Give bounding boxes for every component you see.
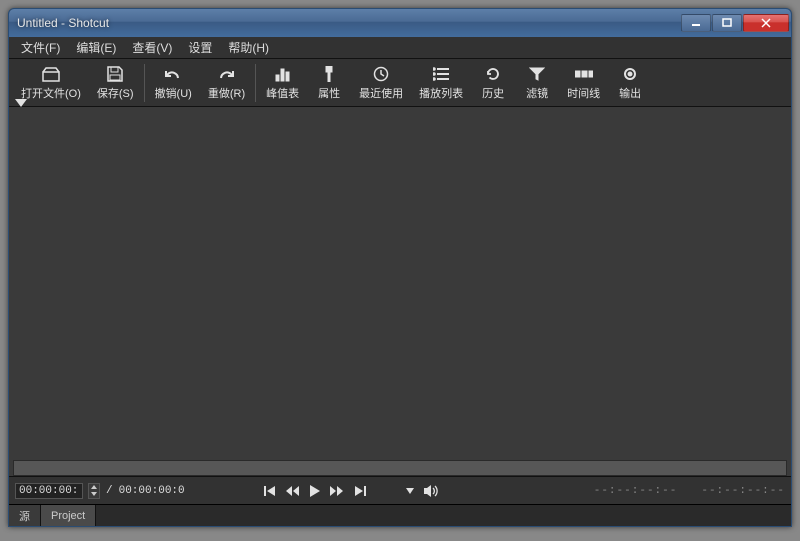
zoom-dropdown[interactable]	[406, 488, 414, 494]
filters-label: 滤镜	[526, 85, 548, 101]
properties-icon	[322, 65, 336, 83]
properties-label: 属性	[318, 85, 340, 101]
tab-project[interactable]: Project	[41, 505, 96, 526]
volume-button[interactable]	[424, 484, 440, 498]
export-label: 输出	[619, 85, 641, 101]
window-controls	[681, 14, 789, 32]
rewind-button[interactable]	[286, 485, 300, 497]
save-label: 保存(S)	[97, 85, 134, 101]
tab-source[interactable]: 源	[9, 505, 41, 526]
timecode-display: --:--:--:-- --:--:--:--	[594, 485, 785, 497]
undo-icon	[164, 65, 182, 83]
in-point-tc: --:--:--:--	[594, 485, 678, 497]
timeline-icon	[575, 65, 593, 83]
undo-label: 撤销(U)	[155, 85, 192, 101]
properties-button[interactable]: 属性	[307, 63, 351, 103]
current-time-input[interactable]	[15, 483, 83, 499]
toolbar: 打开文件(O) 保存(S) 撤销(U) 重做(R) 峰值表	[9, 59, 791, 107]
spinner-down-icon[interactable]	[89, 491, 99, 498]
toolbar-separator	[255, 64, 256, 102]
open-file-label: 打开文件(O)	[21, 85, 81, 101]
save-icon	[107, 65, 123, 83]
scrub-bar[interactable]	[13, 460, 787, 476]
recent-icon	[373, 65, 389, 83]
timeline-label: 时间线	[567, 85, 600, 101]
save-button[interactable]: 保存(S)	[89, 63, 142, 103]
out-point-tc: --:--:--:--	[701, 485, 785, 497]
history-icon	[485, 65, 501, 83]
undo-button[interactable]: 撤销(U)	[147, 63, 200, 103]
total-time: 00:00:00:0	[119, 485, 185, 497]
open-file-icon	[42, 65, 60, 83]
redo-button[interactable]: 重做(R)	[200, 63, 253, 103]
bottom-tabs: 源 Project	[9, 504, 791, 526]
toolbar-separator	[144, 64, 145, 102]
app-window: Untitled - Shotcut 文件(F) 编辑(E) 查看(V) 设置 …	[8, 8, 792, 527]
peak-meter-icon	[275, 65, 291, 83]
menu-help[interactable]: 帮助(H)	[220, 37, 277, 58]
peak-meter-button[interactable]: 峰值表	[258, 63, 307, 103]
titlebar[interactable]: Untitled - Shotcut	[9, 9, 791, 37]
export-icon	[622, 65, 638, 83]
filters-icon	[529, 65, 545, 83]
skip-end-button[interactable]	[354, 485, 366, 497]
menu-file[interactable]: 文件(F)	[13, 37, 68, 58]
playhead-marker-icon[interactable]	[15, 99, 27, 107]
history-button[interactable]: 历史	[471, 63, 515, 103]
export-button[interactable]: 输出	[608, 63, 652, 103]
filters-button[interactable]: 滤镜	[515, 63, 559, 103]
maximize-button[interactable]	[712, 14, 742, 32]
peak-meter-label: 峰值表	[266, 85, 299, 101]
play-button[interactable]	[310, 485, 320, 497]
redo-label: 重做(R)	[208, 85, 245, 101]
open-file-button[interactable]: 打开文件(O)	[13, 63, 89, 103]
menubar: 文件(F) 编辑(E) 查看(V) 设置 帮助(H)	[9, 37, 791, 59]
playlist-label: 播放列表	[419, 85, 463, 101]
history-label: 历史	[482, 85, 504, 101]
preview-area[interactable]	[9, 107, 791, 476]
time-spinner[interactable]	[88, 483, 100, 499]
spinner-up-icon[interactable]	[89, 484, 99, 491]
close-button[interactable]	[743, 14, 789, 32]
minimize-button[interactable]	[681, 14, 711, 32]
time-separator: /	[106, 485, 113, 497]
recent-label: 最近使用	[359, 85, 403, 101]
playlist-button[interactable]: 播放列表	[411, 63, 471, 103]
timeline-button[interactable]: 时间线	[559, 63, 608, 103]
playlist-icon	[433, 65, 449, 83]
menu-view[interactable]: 查看(V)	[124, 37, 180, 58]
playback-controls	[264, 484, 440, 498]
recent-button[interactable]: 最近使用	[351, 63, 411, 103]
redo-icon	[217, 65, 235, 83]
window-title: Untitled - Shotcut	[17, 16, 681, 30]
menu-settings[interactable]: 设置	[180, 37, 220, 58]
skip-start-button[interactable]	[264, 485, 276, 497]
menu-edit[interactable]: 编辑(E)	[68, 37, 124, 58]
fast-forward-button[interactable]	[330, 485, 344, 497]
transport-bar: / 00:00:00:0 --:--:--:-- --:--:--:--	[9, 476, 791, 504]
